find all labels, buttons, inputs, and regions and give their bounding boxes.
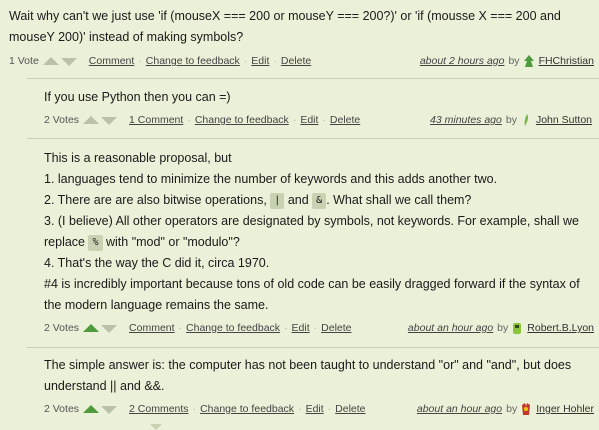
comment-text-line: 2. There are are also bitwise operations… xyxy=(44,190,594,211)
timestamp-link[interactable]: about an hour ago xyxy=(417,403,502,415)
author-link[interactable]: Robert.B.Lyon xyxy=(527,322,594,334)
author-link[interactable]: Inger Hohler xyxy=(536,403,594,415)
delete-link[interactable]: Delete xyxy=(281,55,311,67)
comment-link[interactable]: Comment xyxy=(89,55,135,67)
downvote-icon[interactable] xyxy=(101,116,118,125)
separator: · xyxy=(187,114,191,126)
code-snippet: % xyxy=(88,234,103,251)
by-label: by xyxy=(505,114,517,126)
delete-link[interactable]: Delete xyxy=(335,403,365,415)
comment-1-meta: 1 Vote Comment · Change to feedback · Ed… xyxy=(9,52,594,70)
comment-2-text: If you use Python then you can =) xyxy=(44,87,592,108)
comment-3-text: This is a reasonable proposal, but 1. la… xyxy=(44,148,594,316)
code-snippet: | xyxy=(270,192,285,209)
separator: · xyxy=(192,403,197,415)
by-label: by xyxy=(508,55,520,67)
text-segment: and xyxy=(287,193,309,207)
avatar xyxy=(524,114,528,126)
author-link[interactable]: FHChristian xyxy=(539,55,594,67)
author-link[interactable]: John Sutton xyxy=(536,114,592,126)
edit-link[interactable]: Edit xyxy=(306,403,324,415)
comment-text-line: The simple answer is: the computer has n… xyxy=(44,358,572,372)
change-to-feedback-link[interactable]: Change to feedback xyxy=(200,403,294,415)
change-to-feedback-link[interactable]: Change to feedback xyxy=(195,114,289,126)
by-label: by xyxy=(506,403,518,415)
separator: · xyxy=(327,403,332,415)
downvote-icon[interactable] xyxy=(60,57,77,66)
edit-link[interactable]: Edit xyxy=(300,114,318,126)
comment-text-line: This is a reasonable proposal, but xyxy=(44,151,232,165)
change-to-feedback-link[interactable]: Change to feedback xyxy=(146,55,240,67)
timestamp-link[interactable]: about an hour ago xyxy=(408,322,493,334)
vote-count: 2 Votes xyxy=(44,322,80,334)
vote-count: 2 Votes xyxy=(44,114,80,126)
delete-link[interactable]: Delete xyxy=(330,114,360,126)
comment-text-line: If you use Python then you can =) xyxy=(44,90,231,104)
separator: · xyxy=(298,403,302,415)
comment-text-line: #4 is incredibly important because tons … xyxy=(44,277,580,291)
separator: · xyxy=(313,322,318,334)
text-segment: replace xyxy=(44,235,85,249)
comment-2: If you use Python then you can =) 2 Vote… xyxy=(44,87,592,129)
separator: · xyxy=(138,55,142,67)
comment-text-line: mouseY 200)' instead of making symbols? xyxy=(9,30,244,44)
comment-4-meta: 2 Votes 2 Comments · Change to feedback … xyxy=(44,400,594,418)
vote-count: 1 Vote xyxy=(9,55,39,67)
upvote-icon[interactable] xyxy=(83,324,100,332)
comment-link[interactable]: Comment xyxy=(129,322,175,334)
text-segment: with "mod" or "modulo"? xyxy=(106,235,240,249)
avatar xyxy=(513,323,522,334)
comment-4: The simple answer is: the computer has n… xyxy=(44,355,594,418)
text-segment: 2. There are are also bitwise operations… xyxy=(44,193,267,207)
comments-link[interactable]: 2 Comments xyxy=(129,403,189,415)
text-segment: . What shall we call them? xyxy=(326,193,472,207)
code-snippet: & xyxy=(312,192,327,209)
by-label: by xyxy=(497,322,509,334)
comment-2-meta: 2 Votes 1 Comment · Change to feedback ·… xyxy=(44,111,592,129)
comment-link[interactable]: 1 Comment xyxy=(129,114,183,126)
delete-link[interactable]: Delete xyxy=(321,322,351,334)
comment-3: This is a reasonable proposal, but 1. la… xyxy=(44,148,594,337)
upvote-icon[interactable] xyxy=(83,405,100,413)
downvote-icon[interactable] xyxy=(101,405,118,414)
upvote-icon[interactable] xyxy=(42,57,59,65)
avatar xyxy=(522,403,531,415)
separator: · xyxy=(292,114,297,126)
comment-text-line: 4. That's the way the C did it, circa 19… xyxy=(44,256,270,270)
divider xyxy=(27,138,599,139)
divider xyxy=(27,78,599,79)
upvote-icon[interactable] xyxy=(83,116,100,124)
reply-caret-icon xyxy=(150,424,162,430)
comment-text-line: Wait why can't we just use 'if (mouseX =… xyxy=(9,9,561,23)
edit-link[interactable]: Edit xyxy=(292,322,310,334)
separator: · xyxy=(273,55,277,67)
separator: · xyxy=(243,55,248,67)
timestamp-link[interactable]: 43 minutes ago xyxy=(430,114,502,126)
comment-text-line: 1. languages tend to minimize the number… xyxy=(44,172,498,186)
comment-4-text: The simple answer is: the computer has n… xyxy=(44,355,594,397)
downvote-icon[interactable] xyxy=(101,324,118,333)
edit-link[interactable]: Edit xyxy=(251,55,269,67)
timestamp-link[interactable]: about 2 hours ago xyxy=(420,55,505,67)
comment-text-line: the modern language remains the same. xyxy=(44,298,269,312)
comment-1: Wait why can't we just use 'if (mouseX =… xyxy=(9,6,594,70)
divider xyxy=(27,347,599,348)
separator: · xyxy=(284,322,288,334)
comment-3-meta: 2 Votes Comment · Change to feedback · E… xyxy=(44,319,594,337)
comment-1-text: Wait why can't we just use 'if (mouseX =… xyxy=(9,6,594,48)
separator: · xyxy=(322,114,326,126)
comment-text-line: 3. (I believe) All other operators are d… xyxy=(44,214,579,228)
change-to-feedback-link[interactable]: Change to feedback xyxy=(186,322,280,334)
comment-text-line: understand || and &&. xyxy=(44,379,165,393)
comment-text-line: replace % with "mod" or "modulo"? xyxy=(44,232,594,253)
avatar xyxy=(523,55,534,67)
vote-count: 2 Votes xyxy=(44,403,80,415)
separator: · xyxy=(178,322,183,334)
